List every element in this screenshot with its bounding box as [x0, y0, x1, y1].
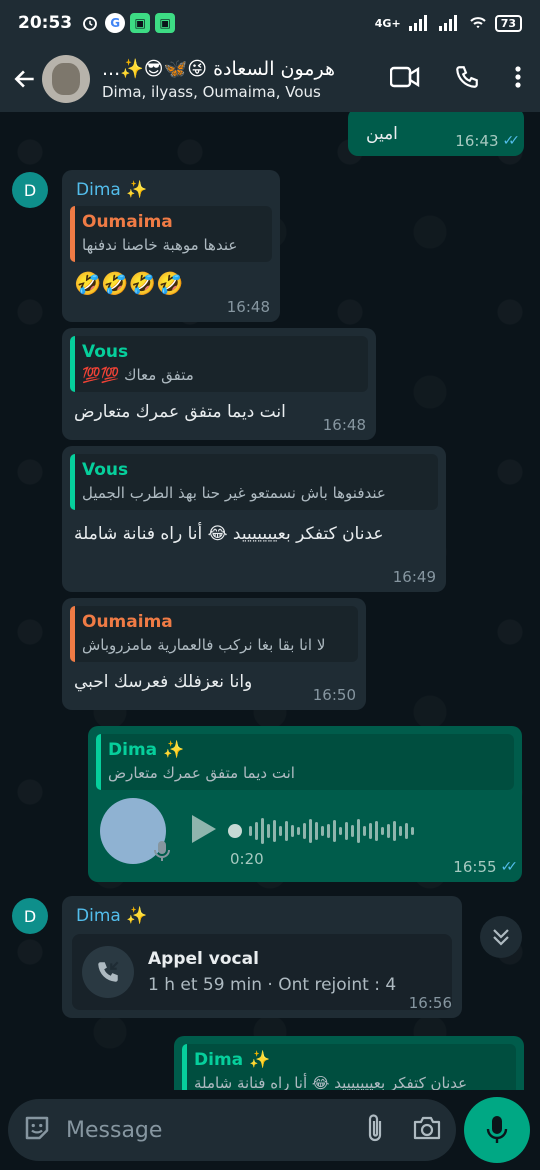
quote-author: Oumaima: [82, 612, 173, 632]
quote-text: عدنان كتفكر بعيييييييد 😂 أنا راه فنانة ش…: [194, 1074, 468, 1090]
more-vertical-icon: [515, 66, 521, 88]
status-bar: 20:53 G ▣ ▣ 4G+ 73: [0, 0, 540, 46]
voice-sender-avatar: [100, 798, 170, 864]
play-button[interactable]: [190, 813, 218, 849]
chevron-double-down-icon: [493, 929, 509, 946]
avatar[interactable]: D: [12, 898, 48, 934]
sender-name: Dima ✨: [76, 906, 148, 926]
network-type: 4G+: [374, 16, 401, 30]
group-avatar[interactable]: [42, 55, 90, 103]
voice-duration: 0:20: [230, 850, 264, 868]
app-notification-icon: ▣: [130, 13, 151, 33]
quoted-message[interactable]: Oumaima عندها موهبة خاصنا ندفنها: [70, 206, 272, 262]
message-text: 🤣🤣🤣🤣: [74, 272, 184, 297]
message-bubble[interactable]: امين 16:43 ✓✓: [348, 112, 524, 156]
status-right: 4G+ 73: [374, 14, 522, 32]
group-info[interactable]: هرمون السعادة 😜🦋😎✨... Dima, ilyass, Ouma…: [102, 57, 390, 101]
voice-player: [96, 798, 514, 864]
microphone-icon: [486, 1116, 508, 1143]
paperclip-icon: [368, 1114, 382, 1142]
quoted-message[interactable]: Dima ✨ عدنان كتفكر بعيييييييد 😂 أنا راه …: [182, 1044, 516, 1090]
voice-waveform[interactable]: [228, 818, 414, 844]
emoji-button[interactable]: [22, 1113, 52, 1147]
alarm-icon: [80, 13, 100, 33]
call-message-bubble[interactable]: Dima ✨ Appel vocal 1 h et 59 min · Ont r…: [62, 896, 462, 1018]
app-notification-icon-2: ▣: [155, 13, 176, 33]
more-options-button[interactable]: [514, 65, 522, 93]
camera-icon: [413, 1116, 441, 1140]
quote-author: Oumaima: [82, 212, 173, 232]
group-title: هرمون السعادة 😜🦋😎✨...: [102, 58, 335, 80]
quote-author: Dima ✨: [108, 740, 185, 760]
read-ticks-icon: ✓✓: [500, 859, 519, 875]
scroll-to-bottom-button[interactable]: [480, 916, 522, 958]
quoted-message[interactable]: Vous عندفنوها باش نسمتعو غير حنا بهذ الط…: [70, 454, 438, 510]
missed-call-icon: [82, 946, 134, 998]
attach-button[interactable]: [364, 1113, 386, 1147]
message-bubble[interactable]: Dima ✨ عدنان كتفكر بعيييييييد 😂 أنا راه …: [174, 1036, 524, 1090]
chat-area[interactable]: امين 16:43 ✓✓ D Dima ✨ Oumaima عندها موه…: [0, 112, 540, 1090]
message-time: 16:55 ✓✓: [453, 858, 519, 876]
message-time: 16:50: [312, 686, 356, 704]
status-time: 20:53: [18, 13, 73, 33]
message-time: 16:49: [392, 568, 436, 586]
composer: [0, 1090, 540, 1170]
back-button[interactable]: [10, 64, 40, 94]
quote-text: عندها موهبة خاصنا ندفنها: [82, 236, 238, 254]
message-input-container: [8, 1099, 456, 1161]
message-time: 16:48: [226, 298, 270, 316]
read-ticks-icon: ✓✓: [502, 133, 521, 149]
avatar[interactable]: D: [12, 172, 48, 208]
video-camera-icon: [389, 66, 420, 88]
message-bubble[interactable]: Vous متفق معاك 💯💯 انت ديما متفق عمرك متع…: [62, 328, 376, 440]
phone-icon: [456, 66, 478, 88]
call-details: 1 h et 59 min · Ont rejoint : 4: [148, 975, 397, 995]
chat-header: هرمون السعادة 😜🦋😎✨... Dima, ilyass, Ouma…: [0, 46, 540, 112]
call-card[interactable]: Appel vocal 1 h et 59 min · Ont rejoint …: [72, 934, 452, 1010]
wifi-icon: [469, 17, 486, 28]
quote-author: Vous: [82, 460, 129, 480]
signal-icon: [408, 15, 427, 31]
battery-icon: 73: [494, 14, 522, 32]
voice-message-bubble[interactable]: Dima ✨ انت ديما متفق عمرك متعارض 0:20 16…: [88, 726, 522, 882]
waveform-scrubber[interactable]: [228, 824, 242, 838]
quoted-message[interactable]: Vous متفق معاك 💯💯: [70, 336, 368, 392]
voice-record-button[interactable]: [464, 1097, 530, 1163]
message-time: 16:48: [322, 416, 366, 434]
back-arrow-icon: [14, 70, 34, 88]
group-members: Dima, ilyass, Oumaima, Vous: [102, 83, 321, 101]
quoted-message[interactable]: Dima ✨ انت ديما متفق عمرك متعارض: [96, 734, 514, 790]
quote-text: لا انا بقا بغا نركب فالعمارية مامزروباش: [82, 636, 326, 654]
google-icon: G: [105, 13, 126, 33]
message-bubble[interactable]: Dima ✨ Oumaima عندها موهبة خاصنا ندفنها …: [62, 170, 280, 322]
quote-text: متفق معاك 💯💯: [82, 366, 194, 384]
call-title: Appel vocal: [148, 949, 259, 969]
message-time: 16:43 ✓✓: [455, 132, 521, 150]
quote-author: Vous: [82, 342, 129, 362]
message-bubble[interactable]: Oumaima لا انا بقا بغا نركب فالعمارية ما…: [62, 598, 366, 710]
quote-author: Dima ✨: [194, 1050, 271, 1070]
message-text: انت ديما متفق عمرك متعارض: [74, 402, 286, 422]
camera-button[interactable]: [412, 1115, 442, 1145]
quoted-message[interactable]: Oumaima لا انا بقا بغا نركب فالعمارية ما…: [70, 606, 358, 662]
mic-icon: [154, 840, 170, 866]
message-input[interactable]: [66, 1117, 364, 1143]
message-text: عدنان كتفكر بعيييييييد 😂 أنا راه فنانة ش…: [74, 524, 384, 544]
sender-name: Dima ✨: [76, 180, 148, 200]
sticker-emoji-icon: [25, 1116, 49, 1140]
quote-text: عندفنوها باش نسمتعو غير حنا بهذ الطرب ال…: [82, 484, 386, 502]
signal-icon-2: [438, 15, 457, 31]
message-bubble[interactable]: Vous عندفنوها باش نسمتعو غير حنا بهذ الط…: [62, 446, 446, 592]
voice-call-button[interactable]: [454, 64, 480, 94]
video-call-button[interactable]: [389, 66, 420, 92]
play-icon: [192, 815, 216, 843]
message-time: 16:56: [408, 994, 452, 1012]
quote-text: انت ديما متفق عمرك متعارض: [108, 764, 295, 782]
